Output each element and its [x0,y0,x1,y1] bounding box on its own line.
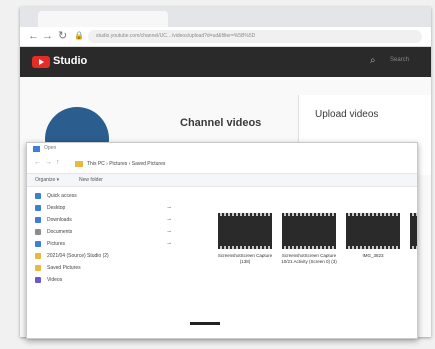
sidebar-item-label: Downloads [47,217,72,223]
file-name: ScreenshotScreen Capture 10/21 Activity … [281,253,337,264]
search-input[interactable]: Search [390,57,409,63]
sidebar-item-label: Documents [47,229,73,235]
folder-icon [35,193,41,199]
folder-icon [35,217,41,223]
video-thumbnail [218,213,272,249]
file-name: IMG_3823 [362,253,384,258]
organize-button[interactable]: Organize ▾ [35,177,59,183]
address-bar[interactable]: studio.youtube.com/channel/UC…/videos/up… [88,30,422,43]
back-icon[interactable]: ← [34,159,41,166]
folder-icon [35,277,41,283]
breadcrumb[interactable]: This PC › Pictures › Saved Pictures [87,161,165,167]
reload-icon[interactable]: ↻ [58,30,67,42]
folder-icon [75,161,83,167]
file-list: ScreenshotScreen Capture (138) Screenshot… [187,213,417,323]
sidebar-item-label: Desktop [47,205,66,211]
back-icon[interactable]: ← [28,30,39,42]
sidebar-item[interactable]: Downloads ⊸ [35,216,185,225]
forward-icon[interactable]: → [45,159,52,166]
page-title: Channel videos [180,117,262,129]
explorer-icon [33,146,40,152]
up-icon[interactable]: ↑ [56,159,60,166]
dialog-navbar: ← → ↑ This PC › Pictures › Saved Picture… [27,157,417,171]
sidebar-item-label: Pictures [47,241,66,247]
folder-icon [35,229,41,235]
studio-wordmark: Studio [53,55,88,67]
forward-icon[interactable]: → [42,30,53,42]
browser-toolbar: ← → ↻ 🔒 studio.youtube.com/channel/UC…/v… [20,27,431,47]
sidebar-item[interactable]: 2021/04 (Source) Studio (2) [35,252,185,261]
tab-strip [20,7,431,27]
studio-header: Studio ⌕ Search [20,47,431,77]
video-thumbnail [346,213,400,249]
video-thumbnail [282,213,336,249]
sidebar-item-label: Videos [47,277,63,283]
folder-icon [35,265,41,271]
new-folder-button[interactable]: New folder [79,177,103,183]
file-name: ScreenshotScreen Capture (138) [217,253,273,264]
navigation-pane: Quick access Desktop ⊸ Downloads ⊸ Documents ⊸… [27,188,187,338]
sidebar-item-label: 2021/04 (Source) Studio (2) [47,253,109,259]
lock-icon: 🔒 [74,31,84,40]
sidebar-item[interactable]: Quick access [35,192,185,201]
search-icon[interactable]: ⌕ [370,55,376,66]
upload-dialog-title: Upload videos [315,109,379,120]
pin-icon: ⊸ [167,229,172,235]
pin-icon: ⊸ [167,217,172,223]
sidebar-item[interactable]: Videos [35,276,185,285]
youtube-logo-icon[interactable] [32,56,50,68]
video-thumbnail [410,213,417,249]
folder-icon [35,253,41,259]
sidebar-item[interactable]: Desktop ⊸ [35,204,185,213]
dialog-titlebar: Open [27,143,417,155]
command-bar: Organize ▾ New folder [27,173,417,187]
folder-icon [35,205,41,211]
sidebar-item-label: Saved Pictures [47,265,81,271]
browser-tab[interactable] [38,11,168,27]
sidebar-item-label: Quick access [47,193,77,199]
folder-icon [35,241,41,247]
open-file-dialog: Open ← → ↑ This PC › Pictures › Saved Pi… [26,142,418,339]
sidebar-item[interactable]: Saved Pictures [35,264,185,273]
sidebar-item[interactable]: Pictures ⊸ [35,240,185,249]
dialog-bottom-edge [190,322,220,325]
dialog-title: Open [44,145,57,151]
sidebar-item[interactable]: Documents ⊸ [35,228,185,237]
pin-icon: ⊸ [167,205,172,211]
pin-icon: ⊸ [167,241,172,247]
